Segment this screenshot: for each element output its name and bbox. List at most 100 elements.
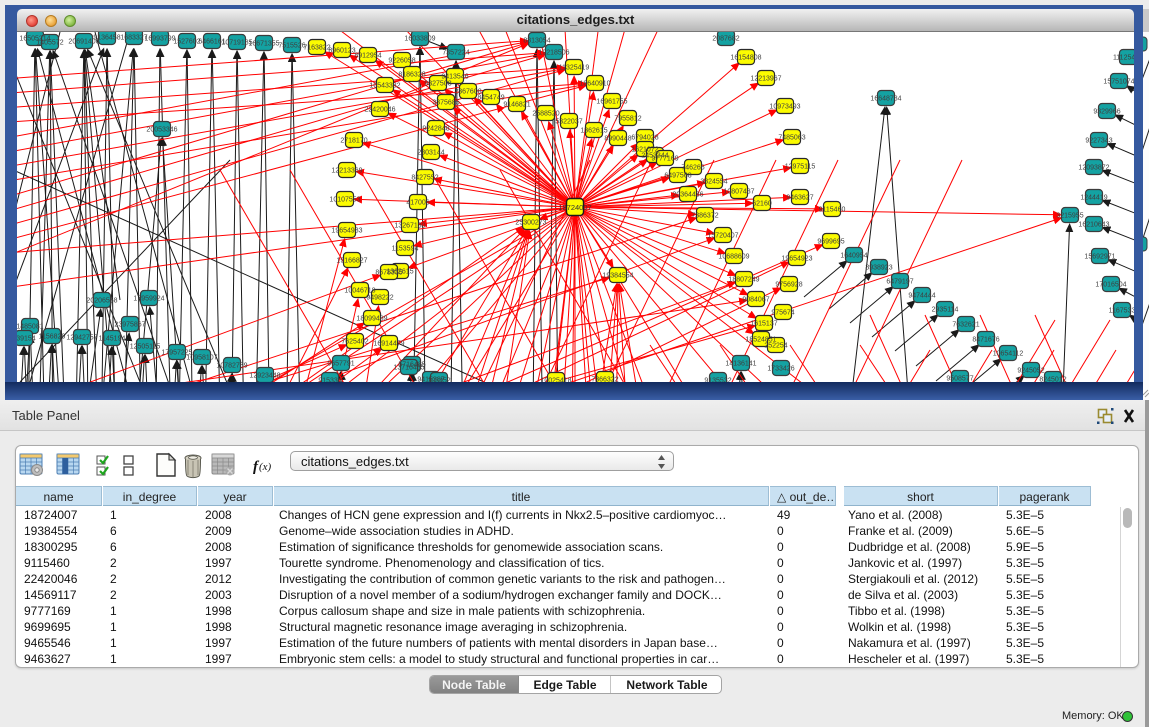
svg-text:7163822: 7163822 — [303, 45, 330, 52]
svg-text:2718170: 2718170 — [340, 138, 367, 145]
svg-text:9699695: 9699695 — [817, 239, 844, 246]
svg-text:6794028: 6794028 — [631, 135, 658, 142]
svg-text:915334: 915334 — [318, 378, 341, 383]
svg-text:8912954: 8912954 — [354, 53, 381, 60]
svg-text:19654923: 19654923 — [781, 256, 812, 263]
svg-text:12505115: 12505115 — [130, 344, 161, 351]
svg-text:9135532: 9135532 — [704, 378, 731, 383]
svg-text:9329966: 9329966 — [1093, 109, 1120, 116]
svg-text:12923448: 12923448 — [249, 373, 280, 380]
svg-text:22420046: 22420046 — [364, 107, 395, 114]
svg-text:1244419: 1244419 — [1080, 195, 1107, 202]
svg-text:8471676: 8471676 — [972, 337, 999, 344]
svg-text:2935114: 2935114 — [932, 307, 959, 314]
svg-text:9463627: 9463627 — [786, 195, 813, 202]
svg-text:7485063: 7485063 — [778, 135, 805, 142]
svg-text:9146821: 9146821 — [503, 102, 530, 109]
svg-text:3375685: 3375685 — [432, 100, 459, 107]
svg-text:1615137: 1615137 — [750, 321, 777, 328]
svg-text:20053346: 20053346 — [146, 127, 177, 134]
svg-text:10025418: 10025418 — [540, 378, 571, 383]
svg-text:10543382: 10543382 — [369, 83, 400, 90]
svg-text:12213967: 12213967 — [750, 76, 781, 83]
svg-text:16671355: 16671355 — [248, 41, 279, 48]
svg-text:17959924: 17959924 — [133, 296, 164, 303]
svg-text:9508577: 9508577 — [946, 376, 973, 383]
svg-text:975674: 975674 — [771, 310, 794, 317]
svg-text:9084067: 9084067 — [742, 297, 769, 304]
svg-text:14136141: 14136141 — [725, 361, 756, 368]
svg-text:16154808: 16154808 — [730, 55, 761, 62]
svg-text:1485081: 1485081 — [17, 324, 44, 331]
svg-text:252254: 252254 — [764, 343, 787, 350]
svg-text:(x): (x) — [259, 461, 272, 473]
svg-text:939154: 939154 — [17, 336, 36, 343]
svg-text:9227343: 9227343 — [1085, 138, 1112, 145]
svg-text:5322037: 5322037 — [555, 119, 582, 126]
svg-text:13716485: 13716485 — [393, 365, 424, 372]
svg-text:9245052: 9245052 — [1017, 368, 1044, 375]
svg-text:1362615: 1362615 — [580, 128, 607, 135]
svg-text:15692971: 15692971 — [1084, 254, 1115, 261]
svg-text:1405572: 1405572 — [36, 40, 63, 47]
svg-text:8427552: 8427552 — [411, 175, 438, 182]
svg-text:1145194: 1145194 — [99, 336, 126, 343]
svg-text:12213369: 12213369 — [331, 168, 362, 175]
svg-text:13267130: 13267130 — [394, 223, 425, 230]
svg-text:3215955: 3215955 — [1056, 213, 1083, 220]
svg-text:7386372: 7386372 — [691, 213, 718, 220]
svg-text:9136458: 9136458 — [93, 35, 120, 42]
svg-text:7632621: 7632621 — [952, 322, 979, 329]
svg-text:6479197: 6479197 — [886, 279, 913, 286]
svg-text:19166827: 19166827 — [336, 258, 367, 265]
svg-text:12942757: 12942757 — [66, 335, 97, 342]
svg-text:2588520: 2588520 — [532, 111, 559, 118]
svg-text:417006: 417006 — [406, 200, 429, 207]
svg-text:9498222: 9498222 — [366, 295, 393, 302]
svg-text:15720407: 15720407 — [707, 233, 738, 240]
svg-text:1153594: 1153594 — [392, 246, 419, 253]
svg-text:8186328: 8186328 — [398, 72, 425, 79]
svg-text:7357224: 7357224 — [442, 50, 469, 57]
svg-text:15751074: 15751074 — [1103, 79, 1134, 86]
svg-text:19218506: 19218506 — [538, 50, 569, 57]
svg-text:7955812: 7955812 — [614, 116, 641, 123]
svg-text:3824554: 3824554 — [700, 179, 727, 186]
svg-text:19384554: 19384554 — [602, 273, 633, 280]
svg-text:9413546: 9413546 — [441, 74, 468, 81]
svg-text:103452: 103452 — [427, 378, 450, 383]
svg-text:10958107: 10958107 — [186, 355, 217, 362]
svg-text:746266: 746266 — [681, 165, 704, 172]
svg-text:9474444: 9474444 — [908, 293, 935, 300]
svg-text:8678335: 8678335 — [375, 270, 402, 277]
svg-text:9777169: 9777169 — [651, 156, 678, 163]
svg-text:11325419: 11325419 — [559, 65, 590, 72]
svg-text:7625402: 7625402 — [341, 339, 368, 346]
svg-text:10688609: 10688609 — [718, 254, 749, 261]
svg-text:18724007: 18724007 — [558, 203, 591, 212]
svg-text:20364436: 20364436 — [672, 192, 703, 199]
svg-text:10807487: 10807487 — [723, 189, 754, 196]
svg-text:1156829: 1156829 — [39, 334, 66, 341]
svg-text:1527602: 1527602 — [173, 39, 200, 46]
svg-text:16033809: 16033809 — [404, 36, 435, 43]
svg-text:10046718: 10046718 — [344, 288, 375, 295]
svg-text:62160: 62160 — [752, 201, 772, 208]
svg-text:20206558: 20206558 — [86, 298, 117, 305]
svg-text:1167533: 1167533 — [1109, 308, 1134, 315]
svg-text:2087682: 2087682 — [712, 36, 739, 43]
svg-text:19654983: 19654983 — [331, 228, 362, 235]
svg-text:6497568: 6497568 — [664, 173, 691, 180]
svg-text:7366322: 7366322 — [591, 377, 618, 383]
svg-text:16961755: 16961755 — [596, 99, 627, 106]
svg-text:25300273: 25300273 — [515, 220, 546, 227]
svg-text:9115460: 9115460 — [819, 207, 846, 214]
svg-text:8454749: 8454749 — [477, 95, 504, 102]
svg-text:16210643: 16210643 — [1078, 222, 1109, 229]
svg-text:16993799: 16993799 — [144, 36, 175, 43]
svg-text:17016504: 17016504 — [1095, 282, 1126, 289]
svg-text:18640910: 18640910 — [579, 81, 610, 88]
svg-text:16648784: 16648784 — [870, 96, 901, 103]
svg-text:1733426: 1733426 — [767, 366, 794, 373]
svg-text:9756928: 9756928 — [775, 282, 802, 289]
